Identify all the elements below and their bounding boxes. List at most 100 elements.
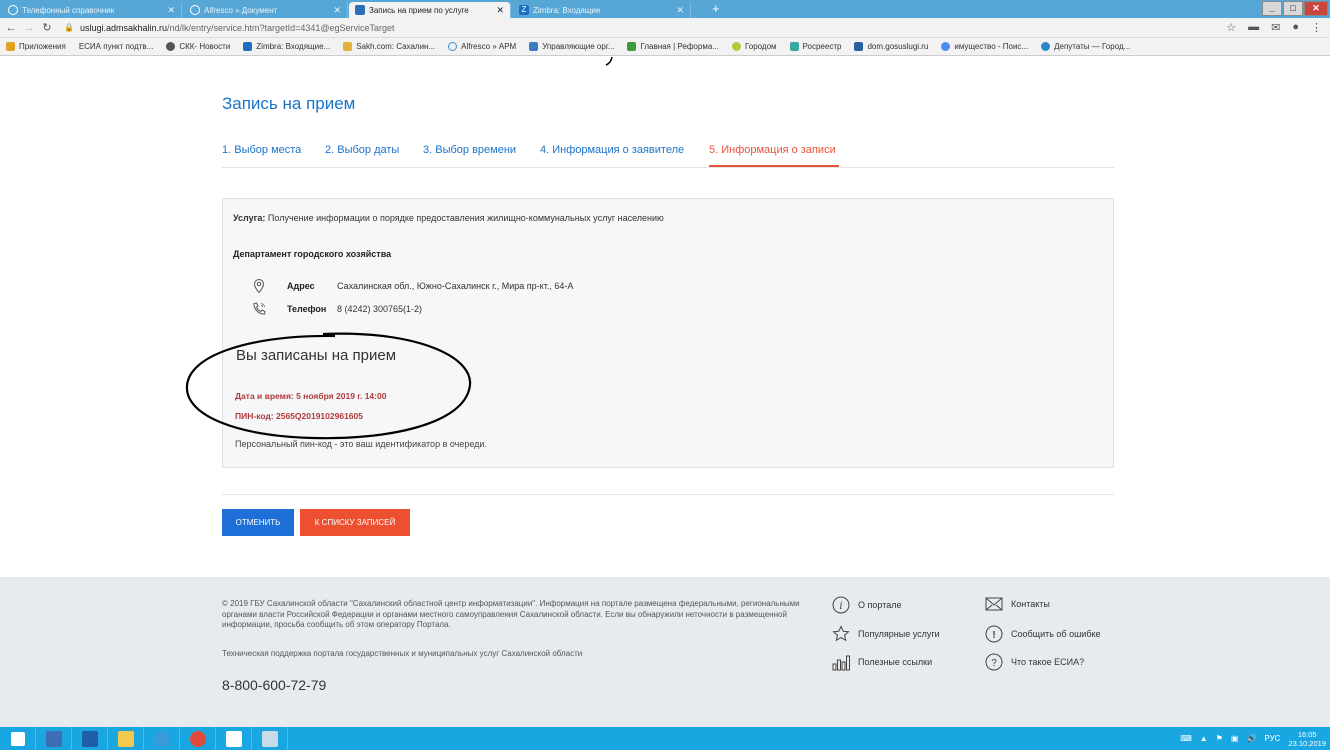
new-tab-button[interactable]: + bbox=[712, 1, 720, 16]
bookmark-esia[interactable]: ЕСИА пункт подтв... bbox=[79, 42, 154, 51]
menu-icon[interactable]: ⋮ bbox=[1311, 21, 1322, 34]
footer: © 2019 ГБУ Сахалинской области "Сахалинс… bbox=[0, 577, 1330, 727]
globe-icon bbox=[166, 42, 176, 51]
address-bar-actions: ☆ ▬ ✉ ● ⋮ bbox=[1226, 21, 1322, 34]
network-app-icon[interactable] bbox=[36, 727, 72, 750]
popular-services-link[interactable]: Популярные услуги bbox=[832, 625, 940, 643]
bookmark-reform[interactable]: Главная | Реформа... bbox=[627, 42, 719, 51]
service-value: Получение информации о порядке предостав… bbox=[267, 213, 664, 223]
start-button[interactable] bbox=[0, 727, 36, 750]
language-indicator[interactable]: РУС bbox=[1264, 734, 1280, 743]
hand-drawn-ellipse bbox=[185, 332, 472, 440]
bookmarks-bar: Приложения ЕСИА пункт подтв... СКК- Ново… bbox=[0, 38, 1330, 56]
link-label: Полезные ссылки bbox=[858, 657, 933, 667]
bookmark-label: Alfresco » АРМ bbox=[461, 42, 517, 51]
emblem-icon bbox=[1041, 42, 1051, 51]
handwritten-mark bbox=[605, 56, 613, 66]
active-step-indicator bbox=[709, 165, 839, 167]
address-row: Адрес Сахалинская обл., Южно-Сахалинск г… bbox=[251, 277, 573, 295]
star-icon bbox=[832, 625, 850, 642]
what-is-esia-link[interactable]: ? Что такое ЕСИА? bbox=[985, 653, 1084, 671]
envelope-icon bbox=[985, 597, 1003, 611]
about-portal-link[interactable]: i О портале bbox=[832, 596, 901, 614]
bookmark-deputies[interactable]: Депутаты — Город... bbox=[1041, 42, 1130, 51]
star-icon[interactable]: ☆ bbox=[1226, 21, 1236, 34]
close-icon[interactable]: ✕ bbox=[676, 5, 684, 16]
bookmark-apps[interactable]: Приложения bbox=[6, 42, 66, 51]
keyboard-icon[interactable]: ⌨ bbox=[1180, 734, 1192, 743]
extension-icon[interactable]: ▬ bbox=[1248, 21, 1259, 34]
svg-text:!: ! bbox=[992, 630, 995, 641]
phone-row: Телефон 8 (4242) 300765(1-2) bbox=[251, 300, 422, 318]
bookmark-label: Депутаты — Город... bbox=[1054, 42, 1131, 51]
svg-text:?: ? bbox=[991, 658, 997, 669]
document-app-icon[interactable] bbox=[216, 727, 252, 750]
step-choose-date[interactable]: 2. Выбор даты bbox=[325, 144, 399, 156]
bookmark-sakh[interactable]: Sakh.com: Сахалин... bbox=[343, 42, 435, 51]
bookmark-rosreestr[interactable]: Росреестр bbox=[789, 42, 841, 51]
close-icon[interactable]: ✕ bbox=[167, 5, 175, 16]
zimbra-icon: Z bbox=[519, 5, 529, 15]
question-icon: ? bbox=[985, 653, 1003, 671]
bookmark-label: Zimbra: Входящие... bbox=[256, 42, 331, 51]
location-pin-icon bbox=[253, 278, 265, 294]
reload-icon[interactable]: ↻ bbox=[40, 21, 54, 34]
tab-label: Zimbra: Входящие bbox=[533, 5, 601, 15]
bookmark-zimbra[interactable]: Zimbra: Входящие... bbox=[243, 42, 330, 51]
maximize-button[interactable]: □ bbox=[1283, 1, 1303, 16]
network-icon[interactable]: ▣ bbox=[1231, 734, 1239, 743]
service-label: Услуга: bbox=[233, 213, 266, 223]
volume-icon[interactable]: 🔊 bbox=[1246, 734, 1256, 743]
bookmark-label: Главная | Реформа... bbox=[640, 42, 719, 51]
zimbra-app-icon[interactable] bbox=[72, 727, 108, 750]
contacts-link[interactable]: Контакты bbox=[985, 597, 1050, 611]
rosreestr-icon bbox=[789, 42, 799, 51]
close-icon[interactable]: ✕ bbox=[496, 5, 504, 16]
report-error-link[interactable]: ! Сообщить об ошибке bbox=[985, 625, 1101, 643]
cancel-button[interactable]: ОТМЕНИТЬ bbox=[222, 509, 294, 536]
tab-label: Запись на прием по услуге bbox=[369, 5, 469, 15]
tab-appointment[interactable]: Запись на прием по услуге ✕ bbox=[349, 2, 511, 18]
step-record-info[interactable]: 5. Информация о записи bbox=[709, 144, 836, 156]
step-choose-place[interactable]: 1. Выбор места bbox=[222, 144, 301, 156]
step-applicant-info[interactable]: 4. Информация о заявителе bbox=[540, 144, 684, 156]
bookmark-label: ЕСИА пункт подтв... bbox=[78, 42, 154, 51]
bookmark-label: dom.gosuslugi.ru bbox=[867, 42, 929, 51]
ie-browser-icon[interactable] bbox=[144, 727, 180, 750]
to-records-list-button[interactable]: К СПИСКУ ЗАПИСЕЙ bbox=[300, 509, 410, 536]
chrome-icon[interactable] bbox=[180, 727, 216, 750]
back-icon[interactable]: ← bbox=[4, 22, 18, 34]
tab-phonebook[interactable]: Телефонный справочник ✕ bbox=[2, 2, 182, 18]
bookmark-alfresco[interactable]: Alfresco » АРМ bbox=[448, 42, 516, 51]
compass-icon bbox=[8, 5, 18, 15]
bookmark-skk[interactable]: СКК- Новости bbox=[166, 42, 230, 51]
google-icon bbox=[941, 42, 951, 51]
flag-icon[interactable]: ⚑ bbox=[1216, 734, 1223, 743]
account-icon[interactable]: ● bbox=[1292, 21, 1299, 34]
house-icon bbox=[854, 42, 864, 51]
tab-alfresco-document[interactable]: Alfresco » Документ ✕ bbox=[184, 2, 348, 18]
bookmark-management[interactable]: Управляющие орг... bbox=[529, 42, 614, 51]
close-icon[interactable]: ✕ bbox=[333, 5, 341, 16]
bookmark-gorodom[interactable]: Городом bbox=[731, 42, 777, 51]
folder-icon[interactable] bbox=[108, 727, 144, 750]
clock[interactable]: 16:05 23.10.2019 bbox=[1288, 730, 1326, 748]
bookmark-property[interactable]: имущество - Поис... bbox=[941, 42, 1028, 51]
bookmark-dom-gosuslugi[interactable]: dom.gosuslugi.ru bbox=[854, 42, 928, 51]
forward-icon[interactable]: → bbox=[22, 22, 36, 34]
department-name: Департамент городского хозяйства bbox=[233, 249, 392, 259]
close-window-button[interactable]: ✕ bbox=[1304, 1, 1328, 16]
tab-zimbra[interactable]: Z Zimbra: Входящие ✕ bbox=[513, 2, 691, 18]
mail-extension-icon[interactable]: ✉ bbox=[1271, 21, 1280, 34]
step-choose-time[interactable]: 3. Выбор времени bbox=[423, 144, 516, 156]
phone-icon bbox=[253, 302, 266, 315]
system-tray: ⌨ ▲ ⚑ ▣ 🔊 РУС 16:05 23.10.2019 bbox=[1180, 727, 1326, 750]
tray-expand-icon[interactable]: ▲ bbox=[1200, 734, 1208, 743]
building-icon bbox=[529, 42, 539, 51]
minimize-button[interactable]: _ bbox=[1262, 1, 1282, 16]
paint-app-icon[interactable] bbox=[252, 727, 288, 750]
useful-links-link[interactable]: Полезные ссылки bbox=[832, 653, 932, 671]
tab-label: Alfresco » Документ bbox=[204, 5, 278, 15]
url-field[interactable]: 🔒 uslugi.admsakhalin.ru/nd/lk/entry/serv… bbox=[64, 23, 395, 33]
address-value: Сахалинская обл., Южно-Сахалинск г., Мир… bbox=[337, 281, 574, 291]
